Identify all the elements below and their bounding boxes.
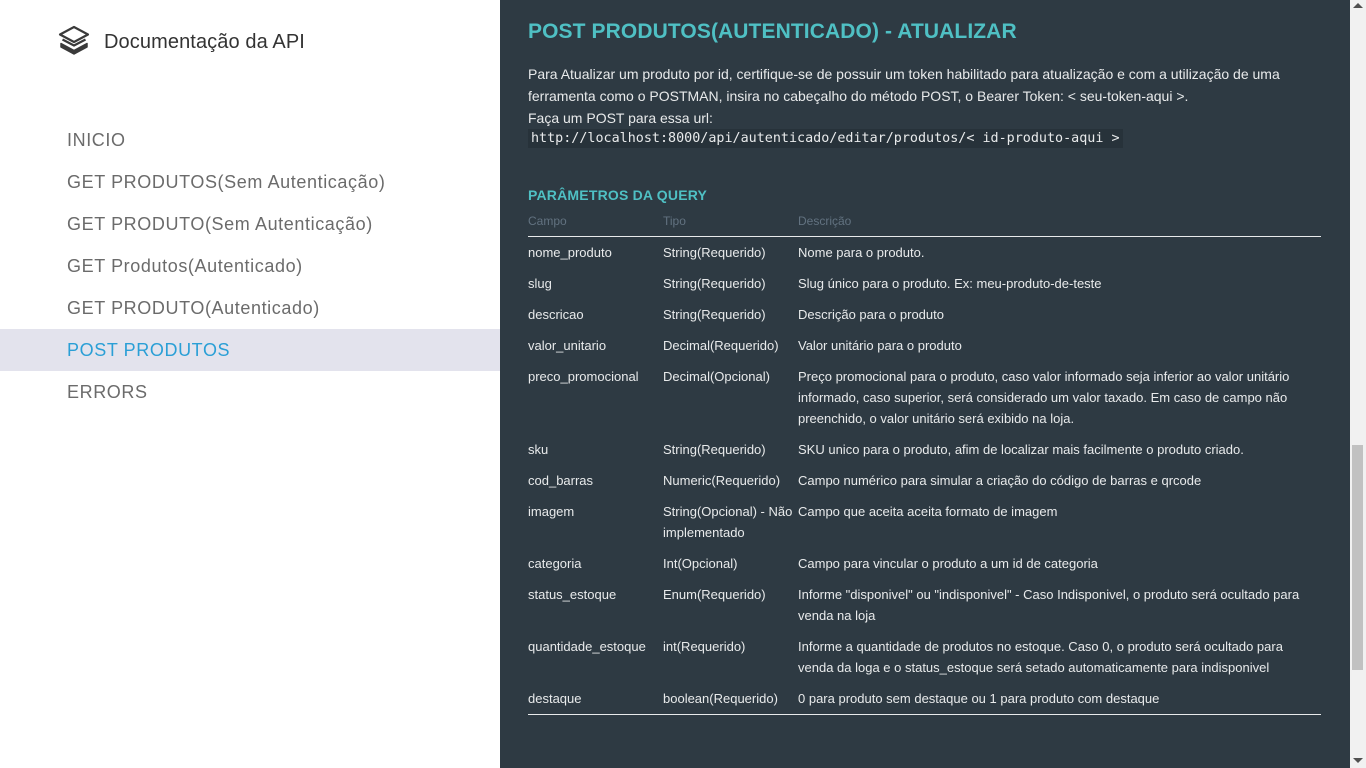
cell-campo: nome_produto [528,244,612,260]
intro-text: Para Atualizar um produto por id, certif… [528,63,1321,129]
header-campo: Campo [528,212,663,237]
table-row: descricao String(Requerido) Descrição pa… [528,299,1321,330]
cell-campo: descricao [528,306,584,322]
cell-descricao: Valor unitário para o produto [798,337,962,353]
cell-descricao: Campo numérico para simular a criação do… [798,472,1202,488]
cell-campo: valor_unitario [528,337,607,353]
cell-tipo: Numeric(Requerido) [663,472,781,488]
cell-campo: sku [528,441,549,457]
cell-descricao: Campo para vincular o produto a um id de… [798,555,1098,571]
intro-url-label: Faça um POST para essa url: [528,110,713,126]
sidebar-item-get-produtos-autenticado[interactable]: GET Produtos(Autenticado) [0,245,500,287]
layers-icon [58,25,90,59]
sidebar-item-post-produtos[interactable]: POST PRODUTOS [0,329,500,371]
cell-descricao: Preço promocional para o produto, caso v… [798,368,1290,426]
cell-tipo: boolean(Requerido) [663,690,778,706]
brand-title: Documentação da API [104,30,305,53]
scrollbar-thumb[interactable] [1352,445,1363,670]
sidebar-item-errors[interactable]: ERRORS [0,371,500,413]
cell-tipo: String(Requerido) [663,244,766,260]
cell-campo: quantidade_estoque [528,638,646,654]
cell-descricao: 0 para produto sem destaque ou 1 para pr… [798,690,1160,706]
cell-descricao: Slug único para o produto. Ex: meu-produ… [798,275,1102,291]
cell-descricao: Descrição para o produto [798,306,944,322]
cell-campo: destaque [528,690,582,706]
cell-tipo: Decimal(Opcional) [663,368,770,384]
cell-descricao: Nome para o produto. [798,244,925,260]
header-tipo: Tipo [663,212,798,237]
cell-tipo: String(Requerido) [663,275,766,291]
cell-tipo: Enum(Requerido) [663,586,766,602]
header-descricao: Descrição [798,212,1321,237]
table-row: nome_produto String(Requerido) Nome para… [528,236,1321,268]
table-row: slug String(Requerido) Slug único para o… [528,268,1321,299]
cell-campo: imagem [528,503,575,519]
cell-campo: slug [528,275,552,291]
cell-tipo: Decimal(Requerido) [663,337,779,353]
table-header-row: Campo Tipo Descrição [528,212,1321,237]
main-content: POST PRODUTOS(AUTENTICADO) - ATUALIZAR P… [500,0,1350,768]
intro-paragraph: Para Atualizar um produto por id, certif… [528,66,1280,104]
cell-tipo: String(Requerido) [663,306,766,322]
table-row: cod_barras Numeric(Requerido) Campo numé… [528,465,1321,496]
cell-tipo: String(Opcional) - Não implementado [663,503,793,540]
sidebar-item-get-produto-sem-autenticacao[interactable]: GET PRODUTO(Sem Autenticação) [0,203,500,245]
cell-campo: preco_promocional [528,368,639,384]
sidebar-item-get-produto-autenticado[interactable]: GET PRODUTO(Autenticado) [0,287,500,329]
sidebar-item-inicio[interactable]: INICIO [0,119,500,161]
sidebar-item-get-produtos-sem-autenticacao[interactable]: GET PRODUTOS(Sem Autenticação) [0,161,500,203]
table-row: preco_promocional Decimal(Opcional) Preç… [528,361,1321,434]
cell-descricao: Informe "disponivel" ou "indisponivel" -… [798,586,1300,623]
sidebar-nav: INICIO GET PRODUTOS(Sem Autenticação) GE… [0,119,500,413]
cell-tipo: Int(Opcional) [663,555,738,571]
brand[interactable]: Documentação da API [58,24,305,60]
table-row: valor_unitario Decimal(Requerido) Valor … [528,330,1321,361]
cell-campo: status_estoque [528,586,617,602]
params-table: Campo Tipo Descrição nome_produto String… [528,212,1321,715]
arrow-down-icon[interactable] [1353,758,1363,763]
arrow-up-icon[interactable] [1353,3,1363,8]
params-title: PARÂMETROS DA QUERY [528,187,708,203]
table-row: categoria Int(Opcional) Campo para vincu… [528,548,1321,579]
table-row: quantidade_estoque int(Requerido) Inform… [528,631,1321,683]
cell-campo: cod_barras [528,472,594,488]
endpoint-url: http://localhost:8000/api/autenticado/ed… [528,129,1123,148]
table-row: imagem String(Opcional) - Não implementa… [528,496,1321,548]
cell-tipo: int(Requerido) [663,638,746,654]
table-row: destaque boolean(Requerido) 0 para produ… [528,683,1321,715]
vertical-scrollbar[interactable] [1350,0,1366,768]
table-row: sku String(Requerido) SKU unico para o p… [528,434,1321,465]
cell-descricao: SKU unico para o produto, afim de locali… [798,441,1244,457]
cell-descricao: Campo que aceita aceita formato de image… [798,503,1058,519]
cell-descricao: Informe a quantidade de produtos no esto… [798,638,1283,675]
page-title: POST PRODUTOS(AUTENTICADO) - ATUALIZAR [528,20,1017,43]
cell-campo: categoria [528,555,582,571]
cell-tipo: String(Requerido) [663,441,766,457]
sidebar: Documentação da API INICIO GET PRODUTOS(… [0,0,500,768]
table-row: status_estoque Enum(Requerido) Informe "… [528,579,1321,631]
